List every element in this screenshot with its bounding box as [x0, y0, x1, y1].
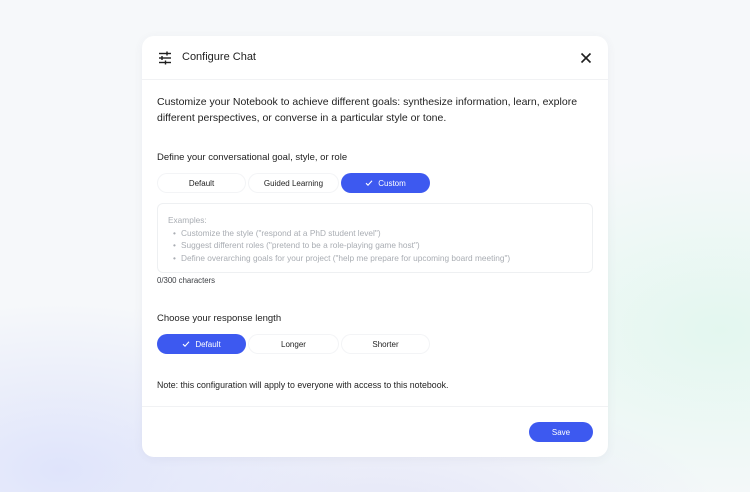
length-section-label: Choose your response length [157, 313, 282, 324]
custom-goal-textarea[interactable]: Examples: Customize the style ("respond … [157, 203, 593, 273]
goal-option-guided-learning-label: Guided Learning [263, 178, 324, 188]
save-button-label: Save [551, 427, 571, 437]
placeholder-example: Suggest different roles ("pretend to be … [168, 239, 582, 252]
goal-option-default[interactable]: Default [157, 173, 246, 193]
check-icon [182, 341, 190, 347]
tune-icon [159, 51, 171, 65]
save-button[interactable]: Save [529, 422, 593, 442]
footer-divider [142, 406, 608, 407]
goal-section-label: Define your conversational goal, style, … [157, 152, 348, 163]
goal-option-default-label: Default [188, 178, 215, 188]
goal-option-guided-learning[interactable]: Guided Learning [248, 173, 339, 193]
character-counter: 0/300 characters [157, 276, 216, 285]
length-option-longer-label: Longer [281, 339, 306, 349]
check-icon [365, 180, 373, 186]
dialog-header: Configure Chat [142, 36, 608, 80]
length-option-shorter[interactable]: Shorter [341, 334, 430, 354]
placeholder-example: Customize the style ("respond at a PhD s… [168, 227, 582, 240]
goal-option-custom[interactable]: Custom [341, 173, 430, 193]
goal-option-custom-label: Custom [378, 178, 406, 188]
length-option-default-label: Default [195, 339, 221, 349]
length-option-default[interactable]: Default [157, 334, 246, 354]
close-icon[interactable] [578, 50, 594, 66]
dialog-description: Customize your Notebook to achieve diffe… [157, 96, 578, 124]
placeholder-heading: Examples: [168, 215, 207, 225]
configuration-note: Note: this configuration will apply to e… [157, 380, 449, 390]
length-option-longer[interactable]: Longer [248, 334, 339, 354]
configure-chat-dialog: Configure Chat Customize your Notebook t… [142, 36, 608, 457]
length-option-shorter-label: Shorter [372, 339, 399, 349]
dialog-title: Configure Chat [182, 51, 256, 63]
placeholder-example: Define overarching goals for your projec… [168, 252, 582, 265]
